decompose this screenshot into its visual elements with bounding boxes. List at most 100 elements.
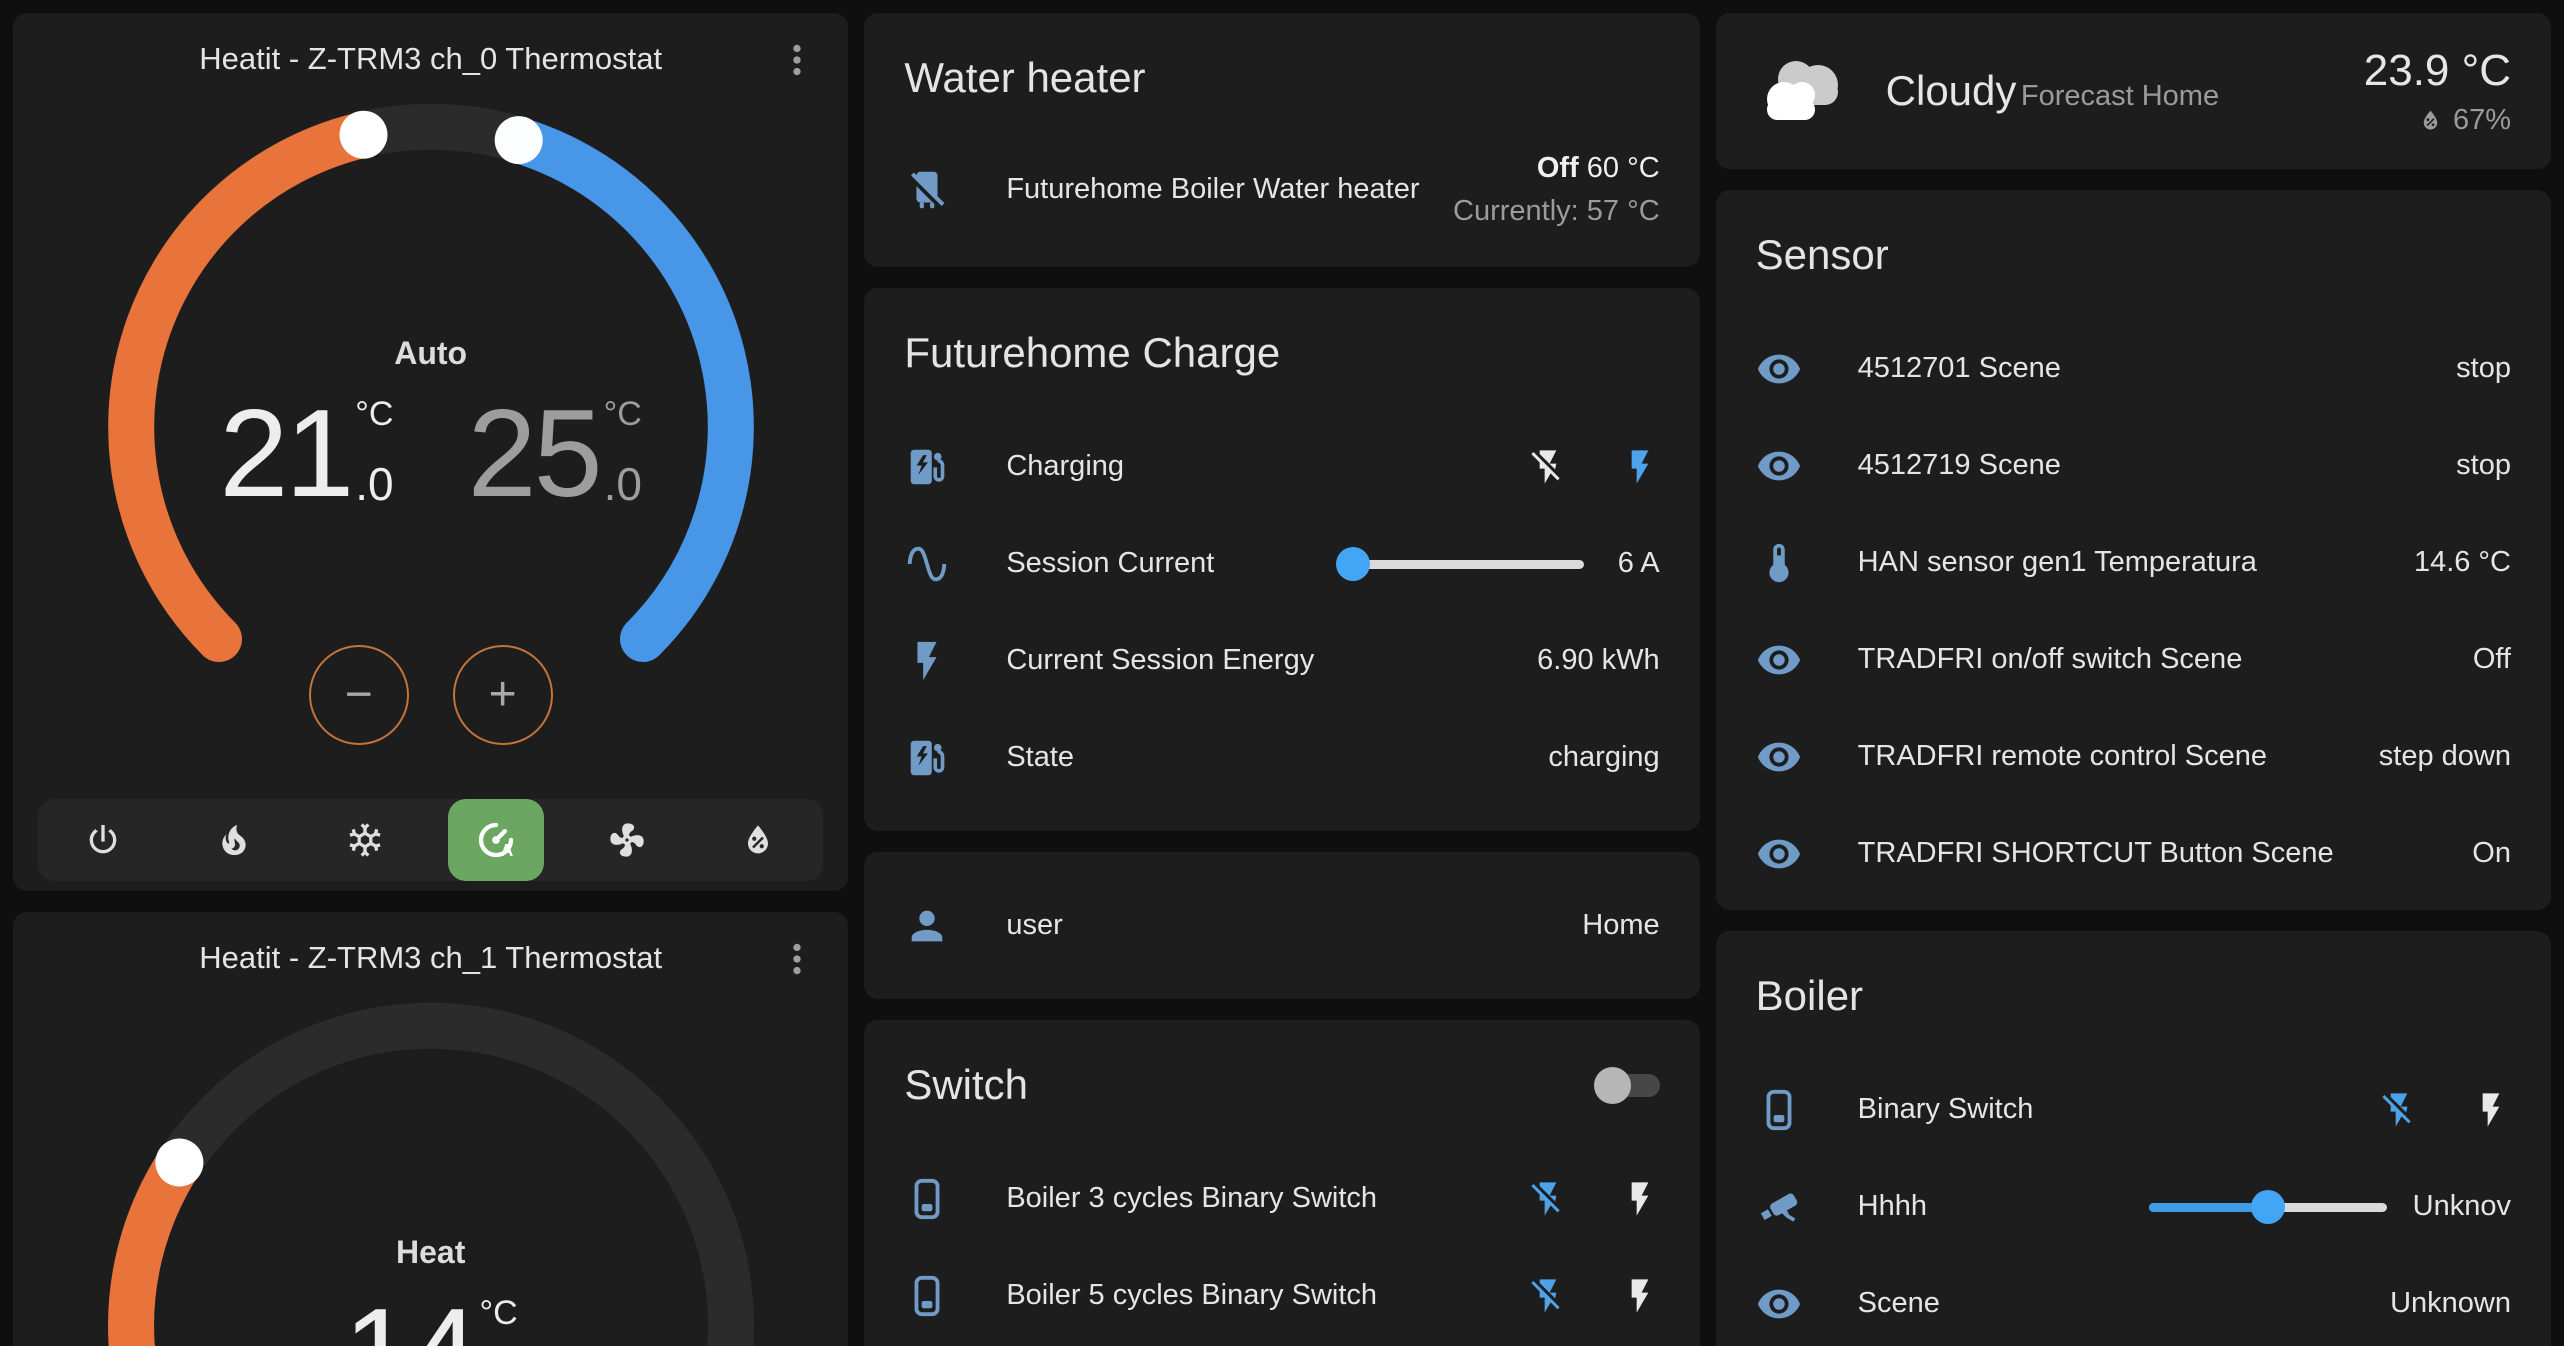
charge-state-label: State — [1006, 741, 1074, 774]
water-heater-state: Off — [1537, 152, 1579, 184]
hhhh-slider[interactable] — [2149, 1187, 2387, 1227]
mode-button-dry[interactable] — [710, 799, 806, 881]
fan-icon — [607, 820, 647, 860]
cloudy-icon — [1756, 54, 1852, 128]
boiler5-row[interactable]: Boiler 5 cycles Binary Switch — [904, 1247, 1659, 1344]
boiler-card: Boiler Binary Switch Hhhh Unknov Scen — [1716, 931, 2551, 1346]
sensor-row[interactable]: HAN sensor gen1 Temperatura 14.6 °C — [1756, 514, 2511, 611]
sensor-card: Sensor 4512701 Scene stop 4512719 Scene … — [1716, 190, 2551, 910]
snowflake-icon — [345, 820, 385, 860]
target-high: 25 °C .0 — [468, 391, 642, 517]
slider-knob[interactable] — [2251, 1190, 2285, 1224]
charging-label: Charging — [1006, 450, 1124, 483]
target-low-value: 21 — [219, 391, 351, 517]
sensor-row[interactable]: TRADFRI remote control Scene step down — [1756, 708, 2511, 805]
decrease-temperature-button[interactable]: − — [309, 645, 409, 745]
mode-button-off[interactable] — [55, 799, 151, 881]
flash-off-icon[interactable] — [1528, 1179, 1568, 1219]
charging-row[interactable]: Charging — [904, 418, 1659, 515]
hvac-mode-row — [38, 799, 823, 881]
ev-station-icon — [904, 735, 950, 781]
mode-button-fan[interactable] — [579, 799, 675, 881]
flash-icon — [904, 638, 950, 684]
thermostat-ch0-targets: 21 °C .0 25 °C .0 — [13, 391, 848, 517]
thermostat-ch0-header: Heatit - Z-TRM3 ch_0 Thermostat — [13, 13, 848, 79]
increase-temperature-button[interactable]: + — [453, 645, 553, 745]
charge-state-row[interactable]: State charging — [904, 709, 1659, 806]
flash-icon[interactable] — [1620, 1276, 1660, 1316]
target-temp-value: 14 — [344, 1290, 476, 1346]
weather-subtitle: Forecast Home — [2021, 80, 2219, 112]
weather-right: 23.9 °C 67% — [2364, 46, 2511, 137]
boiler5-label: Boiler 5 cycles Binary Switch — [1006, 1279, 1377, 1312]
switch-toggle[interactable] — [1594, 1067, 1660, 1104]
high-handle[interactable] — [494, 116, 542, 164]
target-temp-unit: °C — [480, 1294, 518, 1333]
thermostat-card-ch1: Heatit - Z-TRM3 ch_1 Thermostat Heat 14 … — [13, 912, 848, 1346]
eye-icon — [1756, 1281, 1802, 1327]
right-column: Cloudy Forecast Home 23.9 °C 67% Sensor … — [1716, 13, 2551, 1346]
flash-icon[interactable] — [1620, 1179, 1660, 1219]
user-row[interactable]: user Home — [904, 877, 1659, 974]
thermostat-card-ch0: Heatit - Z-TRM3 ch_0 Thermostat Auto 21 … — [13, 13, 848, 891]
water-heater-row[interactable]: Futurehome Boiler Water heater Off 60 °C… — [904, 141, 1659, 238]
water-heater-state-block: Off 60 °C Currently: 57 °C — [1453, 152, 1660, 228]
thermostat-ch0-mode-label: Auto — [13, 335, 848, 372]
mode-button-cool[interactable] — [317, 799, 413, 881]
session-energy-row[interactable]: Current Session Energy 6.90 kWh — [904, 612, 1659, 709]
toggle-knob[interactable] — [1594, 1067, 1631, 1104]
ev-station-icon — [904, 444, 950, 490]
account-icon — [904, 903, 950, 949]
left-column: Heatit - Z-TRM3 ch_0 Thermostat Auto 21 … — [13, 13, 848, 1346]
flash-icon[interactable] — [1620, 447, 1660, 487]
target-high-unit: °C — [604, 395, 642, 434]
charge-state-value: charging — [1548, 741, 1659, 774]
water-percent-icon — [738, 820, 778, 860]
session-current-label: Session Current — [1006, 547, 1214, 580]
boiler3-row[interactable]: Boiler 3 cycles Binary Switch — [904, 1150, 1659, 1247]
session-current-value: 6 A — [1618, 547, 1660, 580]
low-handle[interactable] — [339, 111, 387, 159]
eye-icon — [1756, 637, 1802, 683]
target-high-value: 25 — [468, 391, 600, 517]
sensor-row[interactable]: TRADFRI SHORTCUT Button Scene On — [1756, 805, 2511, 902]
session-current-slider[interactable] — [1346, 544, 1584, 584]
flash-off-icon[interactable] — [1528, 447, 1568, 487]
power-icon — [83, 820, 123, 860]
more-options-icon[interactable] — [776, 39, 818, 81]
session-energy-label: Current Session Energy — [1006, 644, 1314, 677]
flash-off-icon[interactable] — [1528, 1276, 1568, 1316]
charge-title: Futurehome Charge — [904, 318, 1659, 388]
humidity-icon — [2417, 107, 2444, 134]
scene-value: Unknown — [2390, 1287, 2511, 1320]
eye-icon — [1756, 831, 1802, 877]
session-current-row[interactable]: Session Current 6 A — [904, 515, 1659, 612]
weather-card[interactable]: Cloudy Forecast Home 23.9 °C 67% — [1716, 13, 2551, 169]
flash-icon[interactable] — [2471, 1090, 2511, 1130]
sensor-row[interactable]: TRADFRI on/off switch Scene Off — [1756, 611, 2511, 708]
slider-knob[interactable] — [1336, 547, 1370, 581]
scene-row[interactable]: Scene Unknown — [1756, 1255, 2511, 1346]
weather-temperature: 23.9 °C — [2364, 46, 2511, 96]
eye-icon — [1756, 346, 1802, 392]
weather-main: Cloudy Forecast Home — [1886, 67, 2219, 115]
hhhh-value: Unknov — [2413, 1190, 2511, 1223]
more-options-icon[interactable] — [776, 938, 818, 980]
mode-button-heat[interactable] — [186, 799, 282, 881]
sensor-row[interactable]: 4512719 Scene stop — [1756, 417, 2511, 514]
water-heater-entity: Futurehome Boiler Water heater — [1006, 173, 1419, 206]
target-handle[interactable] — [155, 1139, 203, 1187]
thermostat-auto-icon — [476, 820, 516, 860]
target-low-unit: °C — [355, 395, 393, 434]
water-heater-title: Water heater — [904, 43, 1659, 113]
thermostat-ch0-title: Heatit - Z-TRM3 ch_0 Thermostat — [199, 41, 662, 77]
flash-off-icon[interactable] — [2379, 1090, 2419, 1130]
sensor-row[interactable]: 4512701 Scene stop — [1756, 320, 2511, 417]
mode-button-auto[interactable] — [448, 799, 544, 881]
hhhh-row[interactable]: Hhhh Unknov — [1756, 1158, 2511, 1255]
thermostat-ch1-title: Heatit - Z-TRM3 ch_1 Thermostat — [199, 940, 662, 976]
target-temp: 14 °C — [344, 1290, 518, 1346]
rocker-switch-icon — [904, 1273, 950, 1319]
binary-switch-row[interactable]: Binary Switch — [1756, 1061, 2511, 1158]
water-heater-off-icon — [904, 167, 950, 213]
